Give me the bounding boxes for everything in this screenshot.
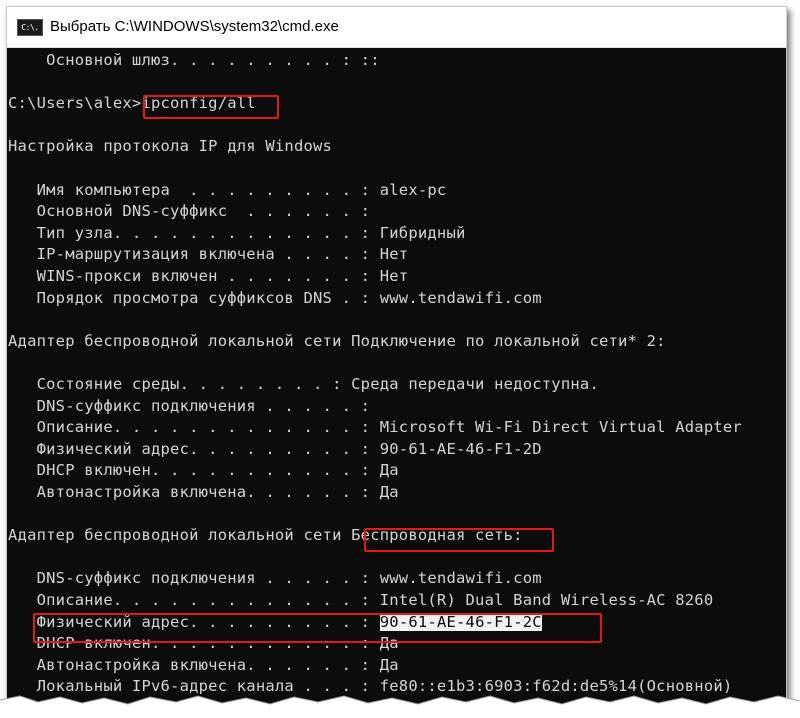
title-bar[interactable]: C:\. Выбрать C:\WINDOWS\system32\cmd.exe <box>7 7 786 48</box>
console-line: Имя компьютера . . . . . . . . . : alex-… <box>8 180 447 199</box>
console-line: C:\Users\alex>ipconfig/all <box>8 94 256 113</box>
console-line: Автонастройка включена. . . . . . : Да <box>8 483 399 501</box>
window-title: Выбрать C:\WINDOWS\system32\cmd.exe <box>50 18 339 35</box>
console-line: Тип узла. . . . . . . . . . . . . : Гибр… <box>8 223 466 242</box>
console-line: Состояние среды. . . . . . . . : Среда п… <box>8 375 599 393</box>
console-line: DHCP включен. . . . . . . . . . . : Да <box>8 634 399 653</box>
console-line: Адаптер беспроводной локальной сети Бесп… <box>8 526 523 545</box>
console-line: DHCP включен. . . . . . . . . . . : Да <box>8 461 399 480</box>
cmd-window: C:\. Выбрать C:\WINDOWS\system32\cmd.exe… <box>6 6 787 705</box>
console-line: WINS-прокси включен . . . . . . . : Нет <box>8 267 409 285</box>
console-line: Настройка протокола IP для Windows <box>8 137 333 156</box>
console-line: Описание. . . . . . . . . . . . . : Micr… <box>8 418 742 437</box>
console-line: Основной DNS-суффикс . . . . . . : <box>8 202 371 221</box>
console-line: Физический адрес. . . . . . . . . : 90-6… <box>8 439 542 458</box>
console-output[interactable]: Основной шлюз. . . . . . . . . : :: C:\Us… <box>7 48 786 704</box>
console-line: Адаптер беспроводной локальной сети Подк… <box>8 331 666 350</box>
console-line: DNS-суффикс подключения . . . . . : <box>8 396 371 415</box>
console-line: Основной шлюз. . . . . . . . . : :: <box>8 51 380 69</box>
cmd-icon-label: C:\. <box>21 23 39 32</box>
console-line: Физический адрес. . . . . . . . . : 90-6… <box>8 612 542 631</box>
selected-mac-address[interactable]: 90-61-AE-46-F1-2C <box>379 612 542 631</box>
console-line: DNS-суффикс подключения . . . . . : www.… <box>8 569 542 588</box>
console-line: Описание. . . . . . . . . . . . . : Inte… <box>8 591 714 609</box>
console-line: Автонастройка включена. . . . . . : Да <box>8 655 399 674</box>
cmd-icon: C:\. <box>17 19 43 36</box>
console-line: Порядок просмотра суффиксов DNS . : www.… <box>8 288 542 307</box>
console-line: IP-маршрутизация включена . . . . : Нет <box>8 245 409 264</box>
console-line: Локальный IPv6-адрес канала . . . : fe80… <box>8 677 733 696</box>
